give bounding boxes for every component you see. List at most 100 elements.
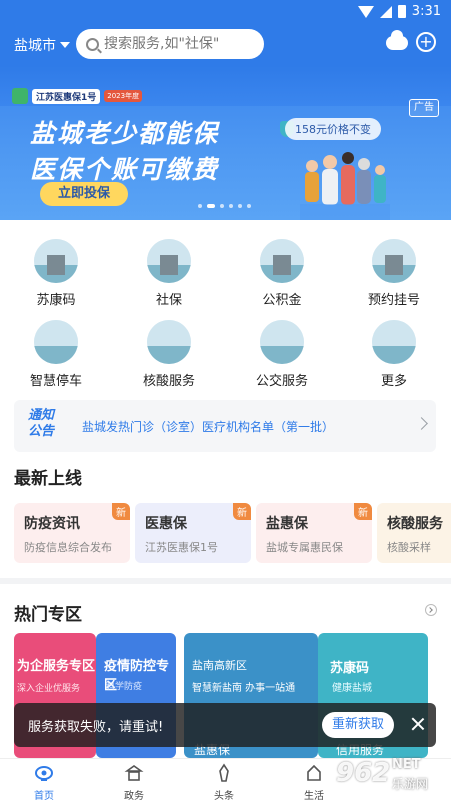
hot-card-subtitle: 智慧新盐南 办事一站通 (192, 683, 296, 694)
promo-banner[interactable]: 江苏医惠保1号 2023年度 盐城老少都能保 医保个账可缴费 立即投保 广告 1… (0, 66, 451, 220)
hot-card-title: 盐南高新区 (192, 659, 247, 672)
parking-icon (34, 320, 78, 364)
search-bar[interactable] (76, 29, 264, 59)
more-icon (372, 320, 416, 364)
card-subtitle: 盐城专属惠民保 (266, 541, 343, 554)
carousel-dot[interactable] (198, 204, 202, 208)
headline-icon (214, 763, 234, 783)
housing-fund-icon (260, 239, 304, 283)
carousel-dot[interactable] (238, 204, 242, 208)
service-label: 社保 (155, 293, 182, 308)
hot-card-subtitle: 健康盐城 (332, 683, 372, 694)
battery-icon (397, 5, 406, 18)
banner-logo-text: 江苏医惠保1号 (32, 88, 101, 104)
cloud-icon[interactable] (386, 30, 408, 50)
hot-card-title: 苏康码 (330, 661, 370, 676)
service-label: 公交服务 (255, 374, 308, 389)
wifi-icon (357, 5, 374, 18)
service-grid: 苏康码 社保 公积金 预约挂号 智慧停车 核酸服务 公交服务 更多 (0, 220, 451, 394)
service-bus[interactable]: 公交服务 (237, 320, 327, 389)
status-time: 3:31 (411, 4, 441, 19)
hot-card-subtitle: 深入企业优服务 (17, 684, 81, 694)
banner-title-line2: 医保个账可缴费 (30, 155, 220, 184)
nav-label: 头条 (214, 791, 234, 802)
status-bar: 3:31 (0, 0, 451, 24)
toast-message: 服务获取失败，请重试! (28, 720, 164, 735)
section-divider (0, 578, 451, 584)
carousel-dot-active[interactable] (207, 204, 215, 208)
notice-tag-line1: 通知 (28, 408, 55, 423)
nav-government[interactable]: 政务 (104, 763, 164, 802)
nav-headline[interactable]: 头条 (194, 763, 254, 802)
card-title: 核酸服务 (387, 516, 443, 532)
card-subtitle: 防疫信息综合发布 (24, 541, 112, 554)
bus-icon (260, 320, 304, 364)
caret-down-icon (60, 42, 70, 48)
search-input[interactable] (104, 36, 254, 52)
nav-label: 生活 (304, 791, 324, 802)
banner-logo-year: 2023年度 (104, 90, 143, 102)
ad-badge: 广告 (409, 99, 439, 117)
nucleic-test-icon (147, 320, 191, 364)
logo-mark-icon (12, 88, 28, 104)
latest-card[interactable]: 防疫资讯 防疫信息综合发布 新 (14, 503, 130, 563)
banner-title-line1: 盐城老少都能保 (30, 119, 220, 148)
social-security-icon (147, 239, 191, 283)
notice-bar[interactable]: 通知 公告 盐城发热门诊（诊室）医疗机构名单（第一批） (14, 400, 436, 452)
service-social-security[interactable]: 社保 (124, 239, 214, 308)
hot-card-subtitle: 科学防疫 (106, 682, 143, 692)
notice-tag: 通知 公告 (28, 408, 72, 440)
watermark-suffix: NET (392, 757, 421, 772)
watermark-number: 962 (336, 758, 391, 788)
buy-now-button[interactable]: 立即投保 (40, 182, 128, 206)
service-parking[interactable]: 智慧停车 (11, 320, 101, 389)
appointment-icon (372, 239, 416, 283)
carousel-dot[interactable] (229, 204, 233, 208)
carousel-dot[interactable] (220, 204, 224, 208)
service-nucleic-test[interactable]: 核酸服务 (124, 320, 214, 389)
price-tag: 158元价格不变 (285, 118, 381, 140)
government-icon (124, 763, 144, 783)
service-label: 核酸服务 (142, 374, 195, 389)
city-label: 盐城市 (14, 38, 56, 54)
nav-label: 首页 (34, 791, 54, 802)
search-icon (86, 37, 99, 51)
service-label: 苏康码 (36, 293, 76, 308)
card-subtitle: 核酸采样 (387, 541, 431, 554)
notice-tag-line2: 公告 (28, 424, 55, 439)
carousel-dot[interactable] (247, 204, 251, 208)
site-watermark: 962 NET 乐游网 (336, 754, 446, 794)
sukangma-icon (34, 239, 78, 283)
banner-logo: 江苏医惠保1号 2023年度 (12, 88, 143, 104)
service-label: 预约挂号 (367, 293, 420, 308)
latest-card[interactable]: 盐惠保 盐城专属惠民保 新 (256, 503, 372, 563)
section-title-hot: 热门专区 (14, 605, 82, 625)
nav-label: 政务 (124, 791, 144, 802)
retry-button[interactable]: 重新获取 (322, 712, 394, 738)
service-housing-fund[interactable]: 公积金 (237, 239, 327, 308)
new-badge: 新 (233, 503, 251, 520)
notice-text: 盐城发热门诊（诊室）医疗机构名单（第一批） (82, 420, 335, 434)
nav-life[interactable]: 生活 (284, 763, 344, 802)
latest-card[interactable]: 医惠保 江苏医惠保1号 新 (135, 503, 251, 563)
carousel-indicator (198, 204, 251, 208)
section-title-latest: 最新上线 (14, 469, 82, 489)
add-icon[interactable]: + (416, 32, 436, 52)
chevron-right-icon (415, 417, 428, 430)
hot-more-icon[interactable] (425, 604, 437, 616)
service-appointment[interactable]: 预约挂号 (349, 239, 439, 308)
nav-home[interactable]: 首页 (14, 763, 74, 802)
family-illustration (300, 152, 390, 220)
signal-icon (379, 5, 392, 18)
status-icons: 3:31 (357, 4, 441, 19)
close-icon[interactable] (410, 716, 426, 732)
home-icon (34, 763, 54, 783)
latest-card[interactable]: 核酸服务 核酸采样 (377, 503, 451, 563)
service-label: 公积金 (262, 293, 302, 308)
service-more[interactable]: 更多 (349, 320, 439, 389)
error-toast: 服务获取失败，请重试! 重新获取 (14, 703, 436, 747)
city-selector[interactable]: 盐城市 (14, 35, 70, 55)
service-label: 智慧停车 (29, 374, 82, 389)
watermark-subtext: 乐游网 (392, 777, 429, 791)
service-sukangma[interactable]: 苏康码 (11, 239, 101, 308)
